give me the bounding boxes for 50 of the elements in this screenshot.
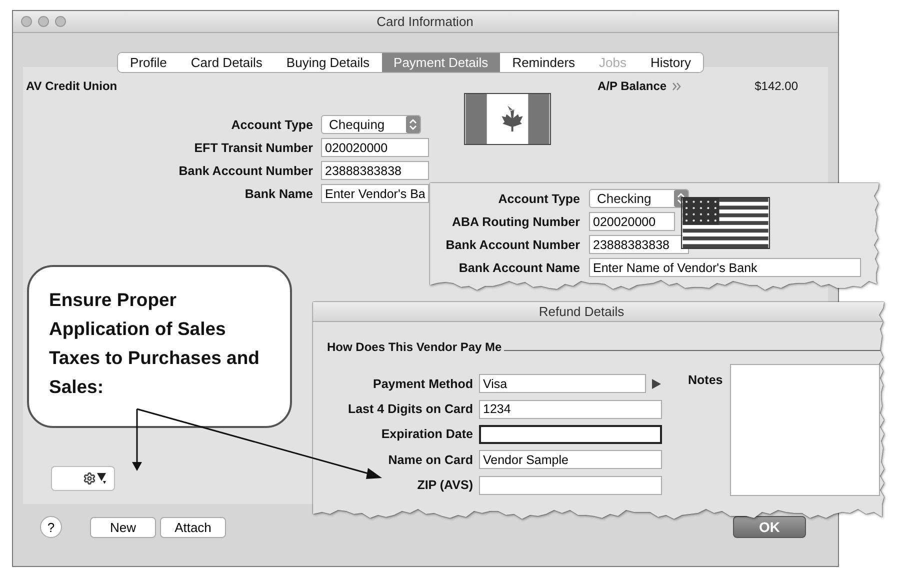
text-field[interactable] [479,476,662,495]
tab[interactable]: Payment Details [382,53,500,72]
gear-menu-button[interactable] [51,466,115,491]
attach-button[interactable]: Attach [160,516,226,538]
field-label: EFT Transit Number [193,140,313,154]
text-field[interactable]: Enter Name of Vendor's Bank [589,258,861,277]
window-zoom-button[interactable] [55,16,66,27]
text-field[interactable] [479,424,662,444]
notes-label: Notes [688,373,723,389]
notes-field[interactable] [730,364,880,496]
text-field[interactable]: Enter Vendor's Ba [321,184,429,203]
window-title: Card Information [376,14,474,29]
window-minimize-button[interactable] [38,16,49,27]
text-field[interactable]: Vendor Sample [479,450,662,470]
text-field[interactable]: 23888383838 [589,235,689,254]
window-close-button[interactable] [21,16,32,27]
field-label: Bank Account Name [458,260,580,274]
text-field[interactable]: 020020000 [321,138,429,157]
field-label: Name on Card [387,452,473,467]
ok-button[interactable]: OK [733,516,806,538]
field-label: Bank Name [244,186,313,200]
canada-flag-icon [464,93,551,145]
balance-amount: $142.00 [754,79,798,93]
payment-method-field[interactable]: Visa [479,374,646,394]
section-heading: How Does This Vendor Pay Me [327,340,502,354]
field-label: Payment Method [372,376,473,391]
caret-icon [97,473,106,484]
field-label: Expiration Date [380,427,473,442]
callout-text: Ensure Proper Application of Sales Taxes to Purchases and Sales: [49,288,260,399]
card-name: AV Credit Union [26,79,118,93]
text-field[interactable]: 23888383838 [321,161,429,180]
field-label: Last 4 Digits on Card [346,402,473,416]
field-label: ABA Routing Number [451,214,580,228]
field-label: Bank Account Number [178,164,313,178]
account-type-dropdown[interactable]: Chequing [321,115,421,134]
text-field[interactable]: 1234 [479,400,662,419]
field-label: Account Type [497,192,580,206]
double-chevron-icon[interactable] [672,82,681,90]
balance-label: A/P Balance [597,79,667,93]
field-label: Bank Account Number [444,238,580,252]
field-label: ZIP (AVS) [416,478,473,492]
account-type-dropdown[interactable]: Checking [589,189,689,208]
help-button[interactable]: ? [40,516,62,538]
text-field[interactable]: 020020000 [589,212,675,231]
settings-icon [83,472,96,485]
usa-flag-icon [681,197,770,249]
stepper-icon [406,116,420,133]
field-label: Account Type [230,118,313,132]
triangle-right-icon[interactable] [652,378,661,389]
new-button[interactable]: New [90,516,156,538]
